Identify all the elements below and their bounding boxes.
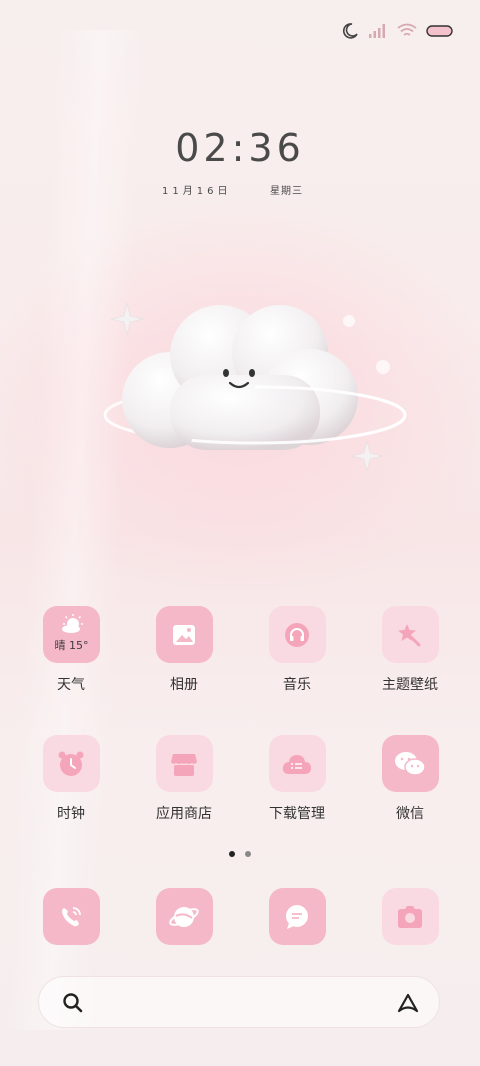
dock-phone[interactable]	[23, 888, 119, 945]
phone-icon	[42, 888, 100, 945]
app-weather[interactable]: 晴 15° 天气	[23, 606, 119, 694]
cloud-illustration	[103, 302, 407, 472]
app-label: 时钟	[57, 806, 85, 822]
signal-icon	[368, 23, 388, 39]
clock-time: 02:36	[175, 126, 305, 170]
status-bar	[341, 20, 454, 42]
dock-messages[interactable]	[249, 888, 345, 945]
app-label: 主题壁纸	[382, 677, 438, 693]
app-clock[interactable]: 时钟	[23, 735, 119, 823]
clock-date: 11月16日	[162, 186, 232, 197]
app-label: 音乐	[283, 677, 311, 693]
search-icon[interactable]	[61, 991, 85, 1019]
app-music[interactable]: 音乐	[249, 606, 345, 694]
message-icon	[268, 888, 326, 945]
wechat-icon	[381, 735, 439, 792]
headphones-icon	[268, 606, 326, 663]
dock-camera[interactable]	[362, 888, 458, 945]
app-label: 下载管理	[269, 806, 325, 822]
app-label: 相册	[170, 677, 198, 693]
cloud-download-icon	[268, 735, 326, 792]
store-icon	[155, 735, 213, 792]
page-indicator[interactable]	[0, 851, 480, 857]
theme-star-icon	[381, 606, 439, 663]
moon-icon	[341, 22, 359, 40]
app-wechat[interactable]: 微信	[362, 735, 458, 823]
browser-planet-icon	[155, 888, 213, 945]
app-label: 应用商店	[156, 806, 212, 822]
app-download-manager[interactable]: 下载管理	[249, 735, 345, 823]
app-gallery[interactable]: 相册	[136, 606, 232, 694]
page-dot[interactable]	[245, 851, 251, 857]
weather-icon: 晴 15°	[42, 606, 100, 663]
weather-text: 晴 15°	[54, 639, 89, 652]
app-theme-wallpaper[interactable]: 主题壁纸	[362, 606, 458, 694]
app-label: 微信	[396, 806, 424, 822]
gallery-icon	[155, 606, 213, 663]
clock-weekday: 星期三	[270, 186, 303, 197]
battery-icon	[426, 24, 454, 38]
search-bar[interactable]	[38, 976, 440, 1028]
app-store[interactable]: 应用商店	[136, 735, 232, 823]
wifi-icon	[397, 23, 417, 39]
assistant-icon[interactable]	[395, 991, 421, 1019]
dock-browser[interactable]	[136, 888, 232, 945]
alarm-clock-icon	[42, 735, 100, 792]
clock-widget[interactable]: 02:36 11月16日 星期三	[0, 126, 480, 197]
camera-icon	[381, 888, 439, 945]
app-label: 天气	[57, 677, 85, 693]
page-dot-active[interactable]	[229, 851, 235, 857]
background-light-streak	[3, 30, 147, 1030]
